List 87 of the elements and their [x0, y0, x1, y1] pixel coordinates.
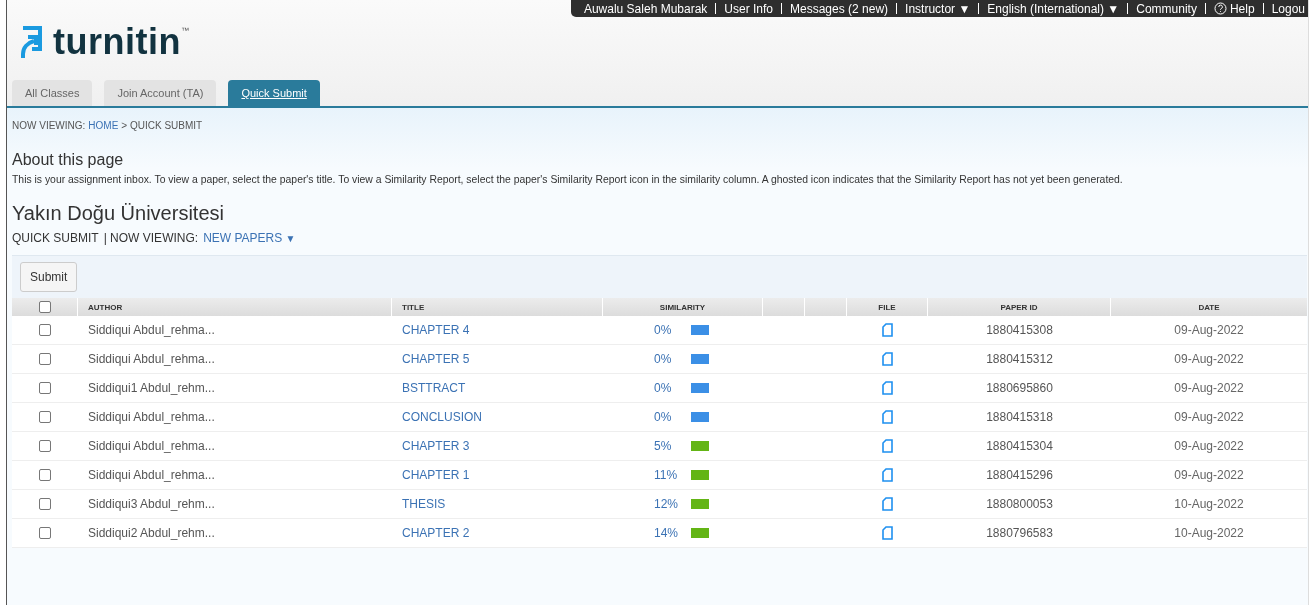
paper-title-link[interactable]: THESIS	[402, 497, 446, 511]
column-header: PAPER ID	[1000, 302, 1038, 312]
column-header: AUTHOR	[88, 302, 123, 312]
similarity-score[interactable]: 0%	[654, 410, 691, 424]
logo-text: turnitin	[53, 22, 181, 62]
column-header: SIMILARITY	[659, 302, 706, 312]
paper-title-link[interactable]: CHAPTER 5	[402, 352, 470, 366]
paper-id: 1880796583	[986, 526, 1053, 540]
submission-date: 09-Aug-2022	[1174, 410, 1244, 424]
view-label: QUICK SUBMIT	[12, 231, 99, 245]
column-header: DATE	[1198, 302, 1220, 312]
submission-date: 09-Aug-2022	[1174, 381, 1244, 395]
select-all-checkbox[interactable]	[38, 301, 51, 313]
similarity-score[interactable]: 14%	[654, 526, 691, 540]
paper-id: 1880695860	[986, 381, 1053, 395]
account-link[interactable]: Instructor ▼	[904, 1, 972, 16]
similarity-score[interactable]: 12%	[654, 497, 691, 511]
breadcrumb-current: > QUICK SUBMIT	[121, 120, 203, 131]
submission-date: 09-Aug-2022	[1174, 352, 1244, 366]
user-name: Auwalu Saleh Mubarak	[582, 1, 709, 16]
section-heading: About this page	[12, 151, 125, 169]
account-link[interactable]: Logou	[1270, 1, 1306, 16]
similarity-score[interactable]: 5%	[654, 439, 691, 453]
submission-date: 10-Aug-2022	[1174, 526, 1244, 540]
paper-id: 1880415318	[986, 410, 1053, 424]
submission-date: 09-Aug-2022	[1174, 323, 1244, 337]
row-checkbox[interactable]	[39, 498, 51, 510]
paper-title-link[interactable]: CHAPTER 3	[402, 439, 470, 453]
file-icon[interactable]	[882, 439, 893, 453]
row-checkbox[interactable]	[39, 527, 51, 539]
home-link[interactable]: HOME	[88, 120, 119, 131]
submission-date: 09-Aug-2022	[1174, 439, 1244, 453]
tab[interactable]: All Classes	[12, 80, 93, 106]
trademark-mark: ™	[180, 26, 189, 35]
breadcrumb-label: NOW VIEWING:	[12, 120, 86, 131]
tab[interactable]: Quick Submit	[228, 80, 320, 106]
author-name: Siddiqui Abdul_rehma...	[88, 439, 215, 453]
column-header: FILE	[878, 302, 896, 312]
similarity-score[interactable]: 0%	[654, 381, 691, 395]
row-checkbox[interactable]	[39, 382, 51, 394]
author-name: Siddiqui Abdul_rehma...	[88, 323, 215, 337]
tab[interactable]: Join Account (TA)	[104, 80, 217, 106]
paper-id: 1880415312	[986, 352, 1053, 366]
similarity-score[interactable]: 0%	[654, 323, 691, 337]
help-icon	[1213, 2, 1227, 15]
author-name: Siddiqui3 Abdul_rehm...	[88, 497, 215, 511]
description-text: This is your assignment inbox. To view a paper, select the paper's title. To view a Similarity Report, select the paper's Similarity Report icon in the similarity column. A ghosted icon indicates that the Similarity Report has not yet been generated.	[12, 174, 1124, 185]
column-header: TITLE	[402, 302, 425, 312]
paper-title-link[interactable]: BSTTRACT	[402, 381, 466, 395]
file-icon[interactable]	[882, 381, 893, 395]
file-icon[interactable]	[882, 526, 893, 540]
help-link[interactable]: Help	[1212, 1, 1256, 16]
paper-id: 1880800053	[986, 497, 1053, 511]
account-link[interactable]: Community	[1135, 1, 1198, 16]
paper-title-link[interactable]: CHAPTER 2	[402, 526, 470, 540]
account-link[interactable]: English (International) ▼	[986, 1, 1121, 16]
author-name: Siddiqui Abdul_rehma...	[88, 410, 215, 424]
submission-date: 09-Aug-2022	[1174, 468, 1244, 482]
view-prefix: | NOW VIEWING:	[103, 231, 199, 245]
similarity-score[interactable]: 11%	[654, 468, 691, 482]
row-checkbox[interactable]	[39, 324, 51, 336]
file-icon[interactable]	[882, 497, 893, 511]
row-checkbox[interactable]	[39, 440, 51, 452]
file-icon[interactable]	[882, 410, 893, 424]
file-icon[interactable]	[882, 468, 893, 482]
author-name: Siddiqui Abdul_rehma...	[88, 468, 215, 482]
class-title: Yakın Doğu Üniversitesi	[12, 202, 225, 225]
account-link[interactable]: Messages (2 new)	[789, 1, 890, 16]
paper-id: 1880415304	[986, 439, 1053, 453]
paper-title-link[interactable]: CONCLUSION	[402, 410, 482, 424]
submission-date: 10-Aug-2022	[1174, 497, 1244, 511]
view-dropdown[interactable]: NEW PAPERS ▼	[203, 231, 296, 245]
author-name: Siddiqui Abdul_rehma...	[88, 352, 215, 366]
file-icon[interactable]	[882, 323, 893, 337]
row-checkbox[interactable]	[39, 353, 51, 365]
submit-button[interactable]: Submit	[20, 262, 78, 292]
row-checkbox[interactable]	[39, 469, 51, 481]
author-name: Siddiqui1 Abdul_rehm...	[88, 381, 215, 395]
paper-id: 1880415296	[986, 468, 1053, 482]
author-name: Siddiqui2 Abdul_rehm...	[88, 526, 215, 540]
file-icon[interactable]	[882, 352, 893, 366]
paper-title-link[interactable]: CHAPTER 4	[402, 323, 470, 337]
paper-id: 1880415308	[986, 323, 1053, 337]
account-link[interactable]: User Info	[723, 1, 774, 16]
similarity-score[interactable]: 0%	[654, 352, 691, 366]
paper-title-link[interactable]: CHAPTER 1	[402, 468, 470, 482]
row-checkbox[interactable]	[39, 411, 51, 423]
